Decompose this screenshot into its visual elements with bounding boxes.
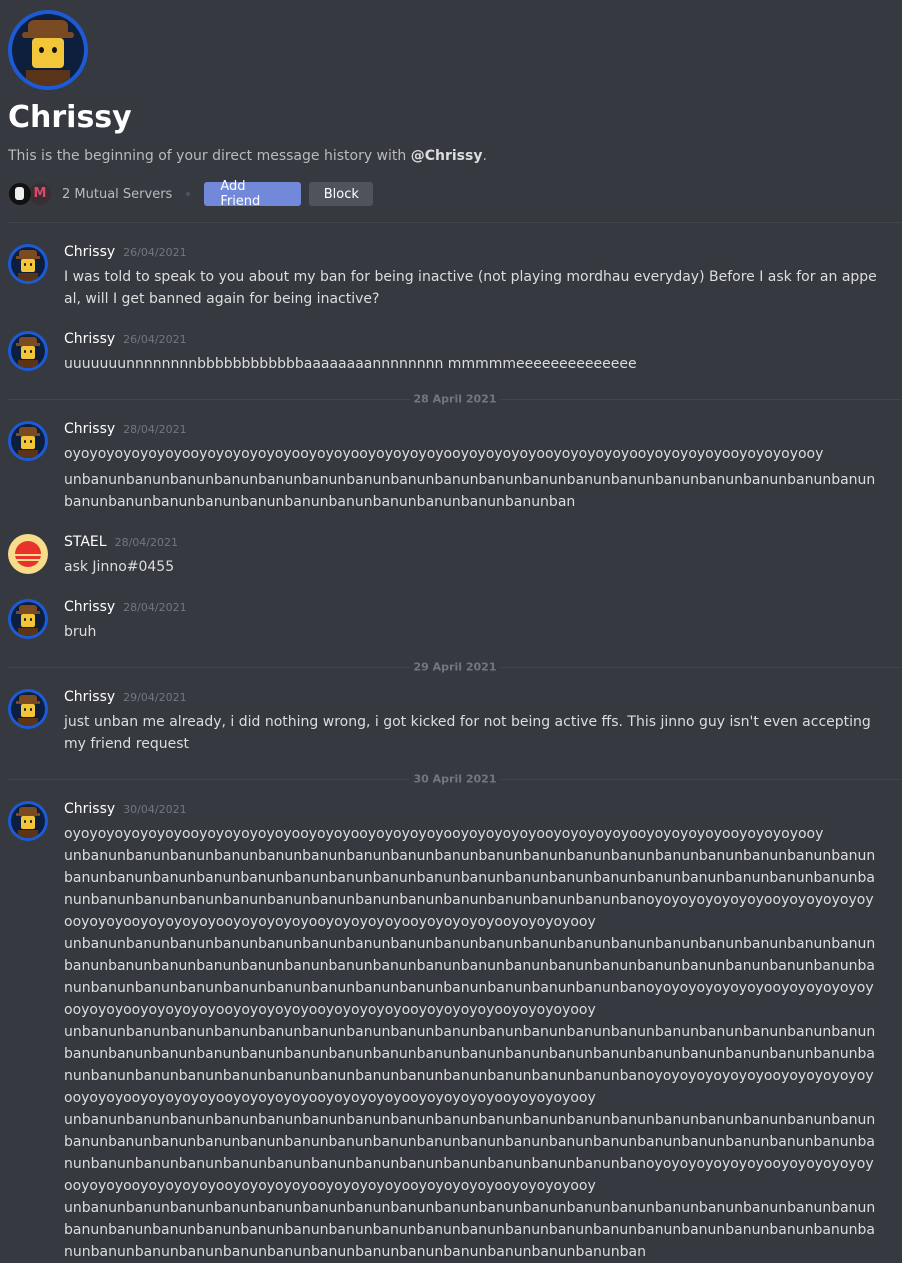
- message-line: unbanunbanunbanunbanunbanunbanunbanunban…: [64, 472, 876, 510]
- message-timestamp: 28/04/2021: [123, 423, 187, 436]
- message-line: unbanunbanunbanunbanunbanunbanunbanunban…: [64, 1112, 876, 1194]
- user-avatar[interactable]: [8, 421, 48, 461]
- user-avatar[interactable]: [8, 534, 48, 574]
- mutual-server-icon[interactable]: [8, 182, 32, 206]
- message-timestamp: 28/04/2021: [114, 536, 178, 549]
- divider: [8, 222, 902, 223]
- message-content: ask Jinno#0455: [64, 556, 879, 578]
- date-divider-label: 30 April 2021: [409, 772, 501, 786]
- message-line: ask Jinno#0455: [64, 559, 175, 575]
- message-timestamp: 26/04/2021: [123, 333, 187, 346]
- date-divider: 28 April 2021: [8, 392, 902, 406]
- profile-name: Chrissy: [8, 100, 132, 135]
- message-author[interactable]: STAEL: [64, 534, 107, 550]
- message-line: unbanunbanunbanunbanunbanunbanunbanunban…: [64, 848, 876, 930]
- message-timestamp: 28/04/2021: [123, 601, 187, 614]
- date-divider: 29 April 2021: [8, 660, 902, 674]
- profile-actions: M 2 Mutual Servers Add Friend Block: [8, 179, 381, 209]
- message-timestamp: 29/04/2021: [123, 691, 187, 704]
- add-friend-button[interactable]: Add Friend: [204, 179, 302, 209]
- message-content: bruh: [64, 621, 879, 643]
- mutual-server-icons[interactable]: M: [8, 182, 52, 206]
- message-content: just unban me already, i did nothing wro…: [64, 711, 879, 755]
- mutual-servers-link[interactable]: 2 Mutual Servers: [62, 187, 172, 202]
- dm-intro-suffix: .: [482, 148, 487, 164]
- user-avatar[interactable]: [8, 244, 48, 284]
- profile-avatar[interactable]: [8, 10, 88, 90]
- user-avatar[interactable]: [8, 331, 48, 371]
- message-author[interactable]: Chrissy: [64, 599, 115, 615]
- message-line: unbanunbanunbanunbanunbanunbanunbanunban…: [64, 1200, 876, 1260]
- date-divider: 30 April 2021: [8, 772, 902, 786]
- message-line: oyoyoyoyoyoyoyooyoyoyoyoyoyooyoyoyooyoyo…: [64, 446, 824, 462]
- date-divider-label: 29 April 2021: [409, 660, 501, 674]
- message-author[interactable]: Chrissy: [64, 331, 115, 347]
- separator-dot: [186, 192, 191, 196]
- message-content: oyoyoyoyoyoyoyooyoyoyoyoyoyooyoyoyooyoyo…: [64, 823, 879, 1263]
- message-line: unbanunbanunbanunbanunbanunbanunbanunban…: [64, 1024, 876, 1106]
- message-author[interactable]: Chrissy: [64, 801, 115, 817]
- message-line: I was told to speak to you about my ban …: [64, 269, 877, 307]
- dm-header: Chrissy This is the beginning of your di…: [8, 10, 894, 209]
- message-line: uuuuuuunnnnnnnnbbbbbbbbbbbbaaaaaaaannnnn…: [64, 356, 637, 372]
- message-line: just unban me already, i did nothing wro…: [64, 714, 871, 752]
- dm-intro-prefix: This is the beginning of your direct mes…: [8, 148, 411, 164]
- message-content: oyoyoyoyoyoyoyooyoyoyoyoyoyooyoyoyooyoyo…: [64, 443, 879, 513]
- message-line: bruh: [64, 624, 97, 640]
- user-avatar[interactable]: [8, 689, 48, 729]
- message-timestamp: 30/04/2021: [123, 803, 187, 816]
- block-button[interactable]: Block: [309, 182, 374, 206]
- user-avatar[interactable]: [8, 599, 48, 639]
- message-line: oyoyoyoyoyoyoyooyoyoyoyoyoyooyoyoyooyoyo…: [64, 826, 824, 842]
- message-author[interactable]: Chrissy: [64, 244, 115, 260]
- message-content: uuuuuuunnnnnnnnbbbbbbbbbbbbaaaaaaaannnnn…: [64, 353, 879, 375]
- user-avatar[interactable]: [8, 801, 48, 841]
- dm-intro-text: This is the beginning of your direct mes…: [8, 148, 487, 164]
- message-content: I was told to speak to you about my ban …: [64, 266, 879, 310]
- message-line: unbanunbanunbanunbanunbanunbanunbanunban…: [64, 936, 876, 1018]
- date-divider-label: 28 April 2021: [409, 392, 501, 406]
- dm-intro-handle: @Chrissy: [410, 148, 483, 164]
- message-author[interactable]: Chrissy: [64, 689, 115, 705]
- message-author[interactable]: Chrissy: [64, 421, 115, 437]
- message-timestamp: 26/04/2021: [123, 246, 187, 259]
